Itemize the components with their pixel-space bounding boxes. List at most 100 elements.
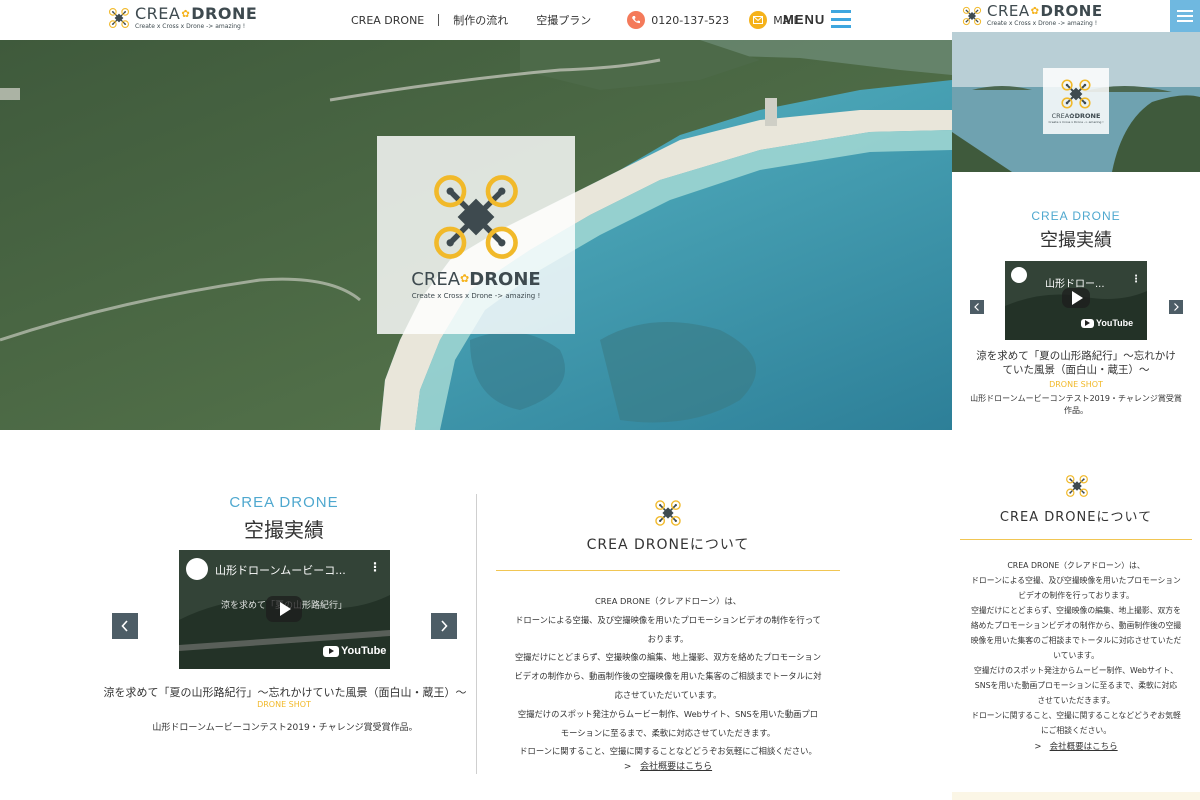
- mobile-company-profile-link[interactable]: 会社概要はこちら: [1050, 742, 1118, 752]
- drone-logo-icon: [430, 171, 522, 263]
- hero-image: CREA✿DRONE Create x Cross x Drone -> ama…: [0, 40, 952, 430]
- company-profile-link[interactable]: 会社概要はこちら: [640, 762, 712, 772]
- chevron-left-icon: [121, 620, 128, 632]
- mobile-about-line: ドローンに関すること、空撮に関することなどどうぞお気軽: [971, 711, 1181, 720]
- nav-item-plan[interactable]: 空撮プラン: [536, 12, 591, 28]
- chevron-right-icon: [441, 620, 448, 632]
- about-line: 空撮だけにとどまらず、空撮映像の編集、地上撮影、双方を絡めたプロモーション: [514, 652, 822, 663]
- drone-logo-icon: [108, 7, 130, 29]
- mobile-view: CREA✿DRONE Create x Cross x Drone -> ama…: [952, 0, 1200, 800]
- video-category: DRONE SHOT: [257, 700, 311, 709]
- about-line: CREA DRONE（クレアドローン）は、: [594, 596, 742, 606]
- global-nav: CREA DRONE 制作の流れ 空撮プラン 0120-137-523 MAIL: [351, 0, 800, 40]
- logo-text-drone: DRONE: [191, 4, 258, 23]
- drone-logo-icon: [654, 499, 682, 527]
- menu-label: MENU: [783, 11, 826, 27]
- mobile-video-thumbnail[interactable]: 山形ドロー... ⋮ YouTube: [1005, 261, 1147, 340]
- mobile-logo-crea: CREA: [987, 2, 1030, 20]
- logo-tagline: Create x Cross x Drone -> amazing !: [135, 23, 246, 30]
- mobile-more-options-icon[interactable]: ⋮: [1131, 274, 1141, 285]
- chevron-right-icon: [1174, 303, 1179, 311]
- mobile-logo-drone: DRONE: [1040, 2, 1103, 20]
- youtube-wordmark: YouTube: [341, 645, 387, 657]
- phone-link[interactable]: 0120-137-523: [627, 11, 729, 29]
- mobile-about-line: 空撮だけのスポット発注からムービー制作、Webサイト、: [974, 666, 1178, 675]
- mobile-link-arrow: >: [1034, 742, 1042, 752]
- mail-icon: [749, 11, 768, 29]
- hamburger-menu-icon: [831, 10, 852, 28]
- play-icon[interactable]: [266, 596, 302, 622]
- mobile-logo-tagline: Create x Cross x Drone -> amazing !: [987, 20, 1098, 27]
- mobile-youtube-wordmark: YouTube: [1096, 318, 1134, 328]
- carousel-next-button[interactable]: [431, 613, 457, 639]
- drone-logo-icon: [1065, 474, 1089, 498]
- logo-text-crea: CREA: [135, 4, 181, 23]
- mobile-carousel-prev-button[interactable]: [970, 300, 984, 314]
- works-title-en: CREA DRONE: [229, 494, 339, 511]
- mobile-about-link[interactable]: > 会社概要はこちら: [976, 740, 1176, 752]
- video-caption: 涼を求めて「夏の山形路紀行」～忘れかけていた風景（面白山・蔵王）～: [103, 686, 467, 699]
- hero-logo-tagline: Create x Cross x Drone -> amazing !: [411, 291, 541, 300]
- mobile-hero-image: CREA✿DRONE Create x Cross x Drone -> ama…: [952, 32, 1200, 172]
- video-description: 山形ドローンムービーコンテスト2019・チャレンジ賞受賞作品。: [152, 723, 418, 733]
- mobile-caption-line: 涼を求めて「夏の山形路紀行」～忘れかけ: [976, 350, 1176, 362]
- mobile-caption-line: ていた風景（面白山・蔵王）～: [1002, 364, 1150, 376]
- youtube-icon: [323, 645, 339, 657]
- mobile-menu-button[interactable]: [1170, 0, 1200, 32]
- mobile-works-title-en: CREA DRONE: [1031, 209, 1121, 223]
- youtube-logo: YouTube: [323, 645, 386, 657]
- mobile-description-line: 山形ドローンムービーコンテスト2019・チャレンジ賞受賞: [970, 394, 1182, 403]
- mobile-hero-crea: CREA: [1051, 112, 1070, 120]
- section-divider: [476, 494, 477, 774]
- mobile-play-icon[interactable]: [1062, 288, 1090, 308]
- mobile-youtube-logo: YouTube: [1081, 318, 1133, 328]
- menu-button[interactable]: MENU: [783, 10, 852, 28]
- carousel-prev-button[interactable]: [112, 613, 138, 639]
- mobile-hero-drone: DRONE: [1074, 112, 1101, 120]
- mobile-hero-logo-panel: CREA✿DRONE Create x Cross x Drone -> ama…: [1043, 68, 1109, 134]
- mobile-footer-strip: [952, 792, 1200, 800]
- mobile-site-logo[interactable]: CREA✿DRONE Create x Cross x Drone -> ama…: [962, 4, 1103, 27]
- drone-logo-icon: [1060, 78, 1092, 110]
- link-arrow: >: [623, 762, 632, 772]
- video-thumbnail[interactable]: 山形ドローンムービーコ... ⋮ 涼を求めて「夏の山形路紀行」 YouTube: [179, 550, 390, 669]
- mobile-about-title: CREA DRONEについて: [999, 510, 1153, 525]
- mobile-video-description: 山形ドローンムービーコンテスト2019・チャレンジ賞受賞 作品。: [956, 393, 1196, 417]
- phone-number: 0120-137-523: [651, 13, 730, 27]
- mobile-description-line: 作品。: [1064, 406, 1088, 415]
- channel-avatar: [186, 558, 208, 580]
- about-line: おります。: [647, 633, 689, 644]
- mobile-about-body: CREA DRONE（クレアドローン）は、 ドローンによる空撮、及び空撮映像を用…: [958, 558, 1194, 738]
- mobile-hero-tagline: Create x Cross x Drone -> amazing !: [1048, 120, 1104, 124]
- about-line: ドローンによる空撮、及び空撮映像を用いたプロモーションビデオの制作を行って: [515, 614, 821, 625]
- nav-item-flow[interactable]: 制作の流れ: [453, 12, 508, 28]
- chevron-left-icon: [974, 303, 979, 311]
- mobile-about-line: ビデオの制作を行っております。: [1018, 591, 1134, 600]
- mobile-carousel-next-button[interactable]: [1169, 300, 1183, 314]
- youtube-icon: [1081, 318, 1094, 328]
- mobile-about-line: 空撮だけにとどまらず、空撮映像の編集、地上撮影、双方を: [971, 606, 1181, 615]
- desktop-view: CREA✿DRONE Create x Cross x Drone -> ama…: [0, 0, 952, 800]
- site-header: CREA✿DRONE Create x Cross x Drone -> ama…: [0, 0, 952, 40]
- drone-logo-icon: [962, 6, 982, 26]
- mobile-works-title-ja: 空撮実績: [1040, 230, 1112, 251]
- about-link[interactable]: > 会社概要はこちら: [568, 759, 768, 772]
- hero-logo-drone: DRONE: [469, 268, 541, 290]
- mobile-channel-avatar: [1011, 267, 1027, 283]
- site-logo[interactable]: CREA✿DRONE Create x Cross x Drone -> ama…: [108, 6, 257, 30]
- nav-item-crea-drone[interactable]: CREA DRONE: [351, 14, 424, 27]
- about-body: CREA DRONE（クレアドローン）は、 ドローンによる空撮、及び空撮映像を用…: [480, 592, 856, 761]
- about-line: モーションに至るまで、柔軟に対応させていただきます。: [560, 727, 776, 738]
- mobile-about-line: 映像を用いた集客のご相談までトータルに対応させていただ: [970, 636, 1182, 645]
- about-title: CREA DRONEについて: [586, 537, 750, 553]
- mobile-about-line: CREA DRONE（クレアドローン）は、: [1007, 561, 1145, 570]
- about-divider: [496, 570, 840, 571]
- mobile-about-line: ドローンによる空撮、及び空撮映像を用いたプロモーション: [971, 576, 1181, 585]
- mobile-about-divider: [960, 539, 1192, 540]
- mobile-about-line: 絡めたプロモーションビデオの制作から、動画制作後の空撮: [970, 621, 1182, 630]
- phone-icon: [627, 11, 646, 29]
- mobile-about-line: にご相談ください。: [1040, 726, 1111, 735]
- more-options-icon[interactable]: ⋮: [369, 560, 381, 574]
- hero-logo-crea: CREA: [411, 268, 461, 290]
- video-title: 山形ドローンムービーコ...: [215, 564, 346, 577]
